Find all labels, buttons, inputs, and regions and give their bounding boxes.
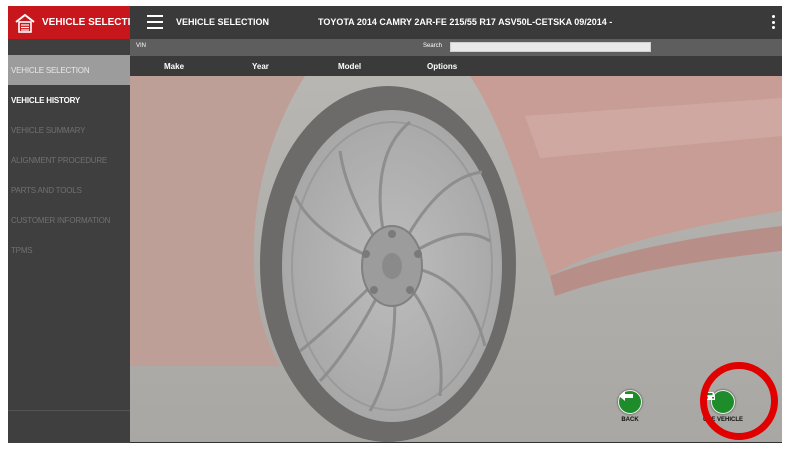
arrow-left-icon (619, 391, 633, 401)
sidebar-item-customer-information: CUSTOMER INFORMATION (11, 215, 111, 225)
kebab-menu-icon[interactable] (772, 15, 776, 29)
garage-home-icon (14, 12, 36, 34)
column-make[interactable]: Make (164, 62, 184, 71)
brand-header[interactable]: VEHICLE SELECTION (8, 6, 145, 39)
content-bottom-border (130, 442, 782, 443)
page-title: VEHICLE SELECTION (176, 17, 270, 27)
column-year[interactable]: Year (252, 62, 269, 71)
sidebar: VEHICLE SELECTION VEHICLE SELECTION VEHI… (8, 6, 145, 443)
app-window: VEHICLE SELECTION VEHICLE SELECTION VEHI… (8, 6, 782, 443)
vehicle-list-area: BACK USE VEHICLE (130, 76, 782, 443)
sidebar-divider (8, 410, 130, 411)
vin-label[interactable]: VIN (136, 43, 146, 49)
sidebar-item-tpms: TPMS (11, 245, 33, 255)
hamburger-menu-icon[interactable] (147, 15, 163, 29)
column-model[interactable]: Model (338, 62, 361, 71)
back-button[interactable] (618, 390, 642, 414)
sidebar-item-vehicle-summary: VEHICLE SUMMARY (11, 125, 86, 135)
column-options[interactable]: Options (427, 62, 457, 71)
sidebar-item-vehicle-history[interactable]: VEHICLE HISTORY (8, 85, 130, 115)
selected-vehicle-description: TOYOTA 2014 CAMRY 2AR-FE 215/55 R17 ASV5… (318, 17, 613, 27)
vin-search-bar: VIN Search (130, 39, 782, 56)
sidebar-item-alignment-procedure: ALIGNMENT PROCEDURE (11, 155, 108, 165)
back-action[interactable]: BACK (618, 390, 642, 423)
search-label: Search (423, 43, 443, 49)
annotation-highlight-circle (700, 362, 778, 440)
car-wheel-background-image (130, 76, 782, 443)
sidebar-nav: VEHICLE SELECTION VEHICLE HISTORY VEHICL… (8, 55, 130, 265)
column-header: Make Year Model Options (130, 56, 782, 76)
sidebar-item-parts-and-tools: PARTS AND TOOLS (11, 185, 82, 195)
sidebar-item-vehicle-selection[interactable]: VEHICLE SELECTION (8, 55, 130, 85)
search-input[interactable] (450, 42, 651, 52)
back-label: BACK (621, 417, 639, 423)
top-bar: VEHICLE SELECTION TOYOTA 2014 CAMRY 2AR-… (130, 6, 782, 39)
